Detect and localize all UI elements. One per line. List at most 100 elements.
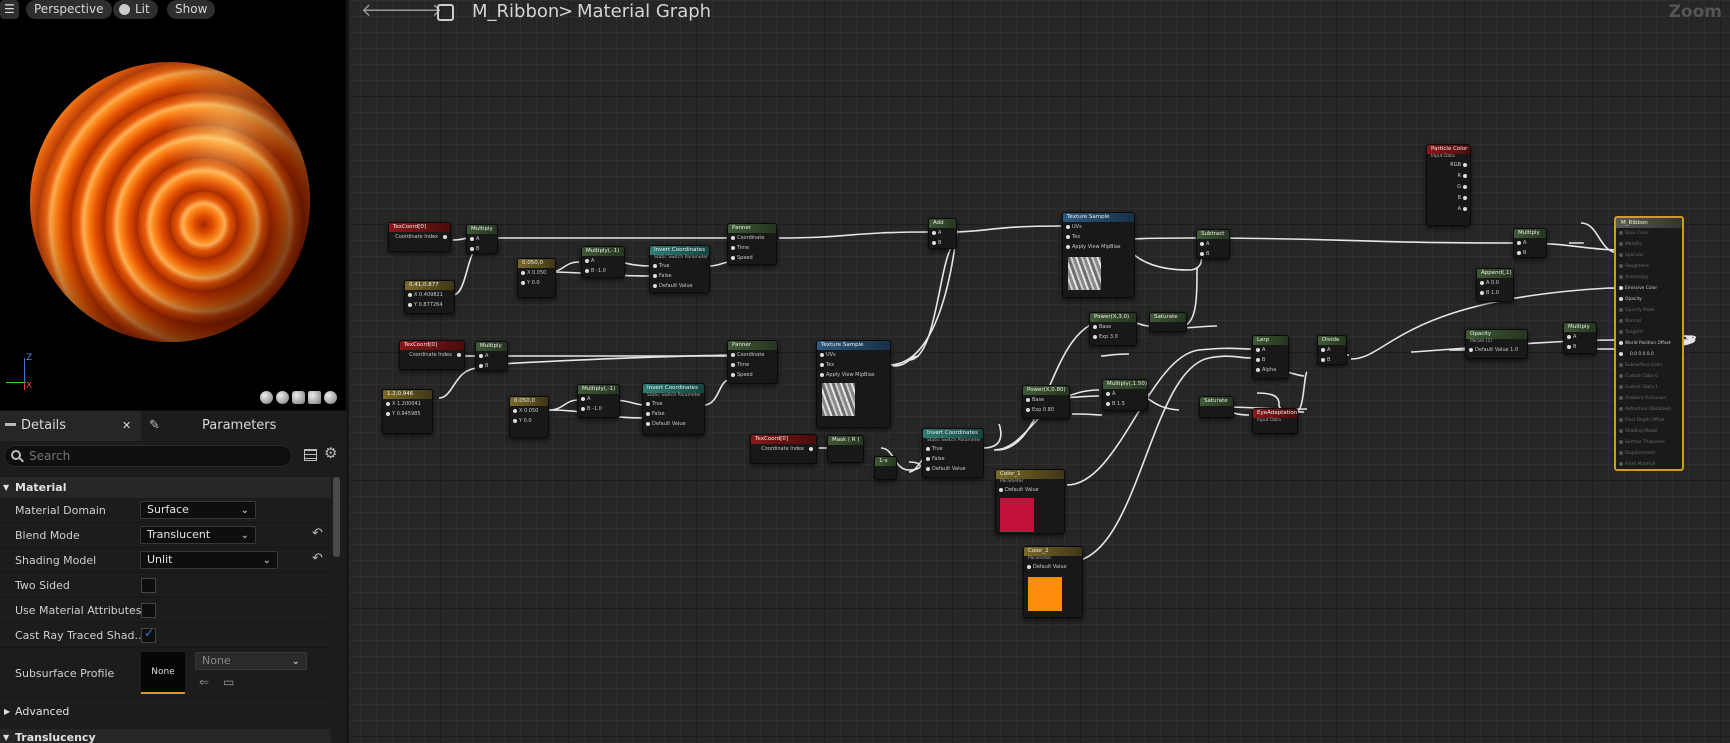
search-box[interactable]: [4, 445, 292, 467]
pin-a[interactable]: A: [1564, 332, 1596, 342]
pin-a[interactable]: A: [1514, 238, 1546, 248]
node-panner-2[interactable]: Panner Coordinate Time Speed: [727, 340, 778, 384]
node-invert-coordinates-c-pin-default[interactable]: Default Value: [923, 464, 983, 474]
node-constant2-b[interactable]: 1.2,0.946 X 1.200041 Y 0.945985: [382, 389, 433, 434]
node-texture-sample-1-pin-tex[interactable]: Tex: [1063, 232, 1134, 242]
node-saturate-2[interactable]: Saturate: [1199, 396, 1234, 418]
subsurface-profile-thumbnail[interactable]: None: [141, 652, 185, 694]
node-particle-color-out-g[interactable]: G: [1427, 182, 1470, 193]
result-pin-opacity-mask[interactable]: Opacity Mask: [1616, 305, 1682, 316]
node-color-2[interactable]: Color_2 Parameter Default Value: [1023, 546, 1083, 618]
node-particle-color-out-r[interactable]: R: [1427, 171, 1470, 182]
node-multiply-3[interactable]: Multiply A B: [1513, 228, 1547, 258]
node-append-1-a[interactable]: A 0.0: [1477, 278, 1513, 288]
node-invert-coordinates-c[interactable]: Invert Coordinates Static Switch Paramet…: [922, 428, 984, 478]
node-texture-sample-2-pin-uvs[interactable]: UVs: [817, 350, 890, 360]
pin-b[interactable]: B: [1564, 342, 1596, 352]
node-power-1-exp[interactable]: Exp 3.0: [1090, 332, 1136, 342]
node-divide-1[interactable]: Divide A B: [1317, 335, 1347, 365]
search-input[interactable]: [29, 449, 279, 463]
node-multiply-b-a[interactable]: A: [582, 256, 624, 266]
tab-details[interactable]: Details ✕: [0, 411, 141, 441]
perspective-button[interactable]: Perspective: [26, 0, 112, 19]
node-texture-sample-1-pin-mipbias[interactable]: Apply View MipBias: [1063, 242, 1134, 252]
node-constant2-a-y[interactable]: Y 0.877264: [405, 300, 454, 310]
pin-a[interactable]: A: [467, 234, 497, 244]
result-pin-refraction-disabled-[interactable]: Refraction (Disabled): [1616, 404, 1682, 415]
node-invert-coordinates-c-pin-false[interactable]: False: [923, 454, 983, 464]
node-panner-2-pin-speed[interactable]: Speed: [728, 370, 777, 380]
node-texcoord-2[interactable]: TexCoord[0] Coordinate Index: [399, 340, 465, 370]
node-color-1-pin[interactable]: Default Value: [996, 485, 1064, 495]
node-power-1-base[interactable]: Base: [1090, 322, 1136, 332]
result-pin-subsurface-color[interactable]: Subsurface Color: [1616, 360, 1682, 371]
result-pin-roughness[interactable]: Roughness: [1616, 261, 1682, 272]
node-texture-sample-2-pin-mipbias[interactable]: Apply View MipBias: [817, 370, 890, 380]
preview-plane-icon[interactable]: [292, 391, 305, 404]
subsurface-profile-combo[interactable]: None ⌄: [195, 652, 307, 670]
blend-mode-combo[interactable]: Translucent ⌄: [140, 526, 256, 544]
result-pin-base-color[interactable]: Base Color: [1616, 228, 1682, 239]
pin-b[interactable]: B: [476, 361, 507, 370]
gear-icon[interactable]: ⚙: [324, 444, 337, 462]
node-append-1-b[interactable]: B 1.0: [1477, 288, 1513, 298]
node-multiply-d-a[interactable]: A: [1103, 389, 1147, 399]
result-pin-tangent[interactable]: Tangent: [1616, 327, 1682, 338]
result-pin-emissive-color[interactable]: Emissive Color: [1616, 283, 1682, 294]
pin-a[interactable]: A: [929, 228, 956, 238]
node-panner-2-pin-time[interactable]: Time: [728, 360, 777, 370]
node-texture-sample-2-pin-tex[interactable]: Tex: [817, 360, 890, 370]
node-eye-adaptation[interactable]: EyeAdaptation Input Data: [1252, 408, 1298, 434]
preview-sphere-icon[interactable]: [276, 391, 289, 404]
node-constant2-b-x[interactable]: X 1.200041: [383, 399, 432, 409]
result-pin-custom-data-1[interactable]: Custom Data 1: [1616, 382, 1682, 393]
node-lerp-1-pin-a[interactable]: A: [1253, 345, 1288, 355]
pin-b[interactable]: B: [467, 244, 497, 253]
category-material[interactable]: ▼ Material: [0, 477, 331, 498]
node-multiply-d-b[interactable]: B 1.5: [1103, 399, 1147, 409]
node-power-2-base[interactable]: Base: [1023, 395, 1069, 405]
node-invert-coordinates-c-pin-true[interactable]: True: [923, 444, 983, 454]
node-lerp-1[interactable]: Lerp A B Alpha: [1252, 335, 1289, 379]
node-invert-coordinates-a[interactable]: Invert Coordinates Static Switch Paramet…: [649, 245, 710, 293]
node-texture-sample-2[interactable]: Texture Sample UVs Tex Apply View MipBia…: [816, 340, 891, 428]
pin-b[interactable]: B: [1197, 249, 1229, 258]
node-multiply-b-b[interactable]: B -1.0: [582, 266, 624, 276]
result-pin-anisotropy[interactable]: Anisotropy: [1616, 272, 1682, 283]
two-sided-checkbox[interactable]: [141, 578, 156, 593]
node-multiply-1[interactable]: Multiply A B: [466, 224, 498, 254]
category-advanced[interactable]: ▶ Advanced: [0, 703, 331, 721]
node-multiply-c-a[interactable]: A: [578, 394, 619, 404]
preview-cube-icon[interactable]: [308, 391, 321, 404]
result-wpo-values[interactable]: 0.0 0.0 0.0: [1616, 349, 1682, 360]
node-multiply-b[interactable]: Multiply(,-1) A B -1.0: [581, 246, 625, 278]
node-append-1[interactable]: Append(,1) A 0.0 B 1.0: [1476, 268, 1514, 302]
node-texcoord-1[interactable]: TexCoord[0] Coordinate Index: [388, 222, 451, 252]
node-constant-b-x[interactable]: X 0.050: [510, 406, 548, 416]
node-add-1[interactable]: Add A B: [928, 218, 957, 249]
node-panner-1[interactable]: Panner Coordinate Time Speed: [727, 223, 777, 265]
node-color-2-pin[interactable]: Default Value: [1024, 562, 1082, 572]
node-constant-b[interactable]: 0.050,0 X 0.050 Y 0.0: [509, 396, 549, 438]
node-panner-2-pin-coordinate[interactable]: Coordinate: [728, 350, 777, 360]
result-pin-surface-thickness[interactable]: Surface Thickness: [1616, 437, 1682, 448]
node-power-2-exp[interactable]: Exp 0.80: [1023, 405, 1069, 415]
lit-button[interactable]: Lit: [113, 0, 158, 19]
result-pin-displacement[interactable]: Displacement: [1616, 448, 1682, 459]
node-invert-coordinates-a-pin-true[interactable]: True: [650, 261, 709, 271]
node-invert-coordinates-b-pin-false[interactable]: False: [643, 409, 704, 419]
node-invert-coordinates-b-pin-default[interactable]: Default Value: [643, 419, 704, 429]
pin-b[interactable]: B: [1318, 355, 1346, 364]
node-material-result[interactable]: M_Ribbon Base Color Metallic Specular Rough…: [1614, 216, 1684, 471]
result-pin-shading-model[interactable]: Shading Model: [1616, 426, 1682, 437]
viewport-menu-button[interactable]: ☰: [0, 0, 19, 19]
details-scrollbar[interactable]: [333, 477, 340, 557]
node-texcoord-1-pin[interactable]: Coordinate Index: [389, 232, 450, 242]
node-lerp-1-pin-b[interactable]: B: [1253, 355, 1288, 365]
node-constant2-a[interactable]: 0.41,0.877 X 0.409821 Y 0.877264: [404, 280, 455, 314]
result-pin-metallic[interactable]: Metallic: [1616, 239, 1682, 250]
node-constant-a-y[interactable]: Y 0.0: [518, 278, 555, 288]
node-multiply-c-b[interactable]: B -1.0: [578, 404, 619, 414]
preview-teapot-icon[interactable]: [324, 391, 337, 404]
node-texture-sample-1[interactable]: Texture Sample UVs Tex Apply View MipBia…: [1062, 212, 1135, 298]
